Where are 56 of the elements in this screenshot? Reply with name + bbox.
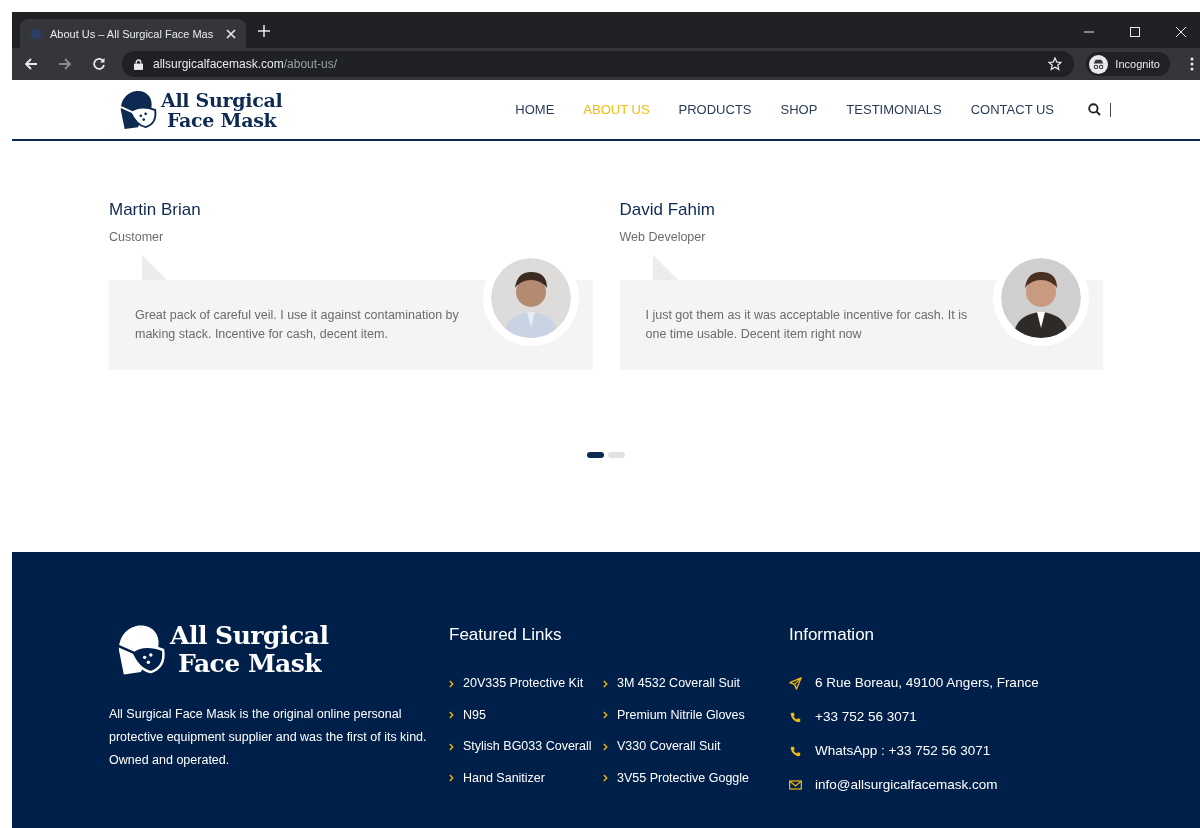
envelope-icon [789, 780, 802, 790]
chevron-icon [449, 711, 454, 720]
nav-link[interactable]: SHOP [780, 102, 818, 117]
address-bar[interactable]: allsurgicalfacemask.com/about-us/ [122, 51, 1075, 77]
footer-link[interactable]: Premium Nitrile Gloves [617, 706, 745, 724]
quote-text: Great pack of careful veil. I use it against contamination by making stack. Incentive for cash, decent item. [134, 307, 460, 343]
logo-text[interactable]: All Surgical Face Mask [170, 622, 329, 678]
reviewer-name: Martin Brian [109, 200, 202, 220]
nav-link[interactable]: TESTIMONIALS [846, 102, 942, 117]
footer-link[interactable]: 3V55 Protective Goggle [617, 769, 750, 787]
column-title: Information [789, 625, 876, 645]
logo-text[interactable]: All Surgical Face Mask [161, 89, 283, 130]
menu-icon[interactable] [1190, 57, 1194, 71]
footer-link[interactable]: 3M 4532 Coverall Suit [617, 675, 740, 693]
chevron-icon [603, 742, 608, 751]
forward-icon[interactable] [58, 57, 72, 71]
incognito-icon [1089, 54, 1109, 74]
new-tab-icon[interactable] [258, 25, 270, 37]
reviewer-role: Customer [109, 230, 165, 244]
footer-link[interactable]: 20V335 Protective Kit [463, 675, 584, 693]
maximize-icon[interactable] [1130, 27, 1140, 37]
footer-link[interactable]: Stylish BG033 Coverall [463, 738, 592, 756]
incognito-button[interactable]: Incognito [1086, 52, 1170, 76]
contact-text: info@allsurgicalfacemask.com [815, 776, 998, 794]
chevron-icon [603, 679, 608, 688]
phone-icon [789, 711, 802, 723]
chevron-icon [449, 679, 454, 688]
phone-icon [789, 745, 802, 757]
quote-text: I just got them as it was acceptable incentive for cash. It is one time usable. Decent item right now [644, 307, 969, 343]
nav-link[interactable]: CONTACT US [970, 102, 1055, 117]
close-icon[interactable] [226, 28, 236, 39]
chevron-icon [449, 774, 454, 783]
contact-text: WhatsApp : +33 752 56 3071 [815, 742, 991, 760]
footer-link[interactable]: V330 Coverall Suit [617, 738, 721, 756]
mask-logo-icon [117, 88, 159, 131]
reviewer-role: Web Developer [619, 230, 707, 244]
back-icon[interactable] [24, 57, 38, 71]
contact-text: +33 752 56 3071 [815, 708, 917, 726]
nav-link[interactable]: PRODUCTS [678, 102, 752, 117]
chevron-icon [449, 742, 454, 751]
close-icon[interactable] [1176, 27, 1186, 37]
chevron-icon [603, 774, 608, 783]
nav-link[interactable]: HOME [515, 102, 555, 117]
star-icon[interactable] [1048, 57, 1063, 71]
reviewer-name: David Fahim [619, 200, 716, 220]
about-text: All Surgical Face Mask is the original online personal protective equipment supplier and was the first of its kind. Owned and operated. [109, 706, 428, 769]
chevron-icon [603, 711, 608, 720]
browser-tab[interactable]: About Us – All Surgical Face Mas [20, 19, 246, 48]
footer-link[interactable]: N95 [463, 706, 486, 724]
contact-text: 6 Rue Boreau, 49100 Angers, France [815, 674, 1039, 692]
lock-icon [134, 58, 143, 70]
footer-link[interactable]: Hand Sanitizer [463, 769, 545, 787]
column-title: Featured Links [449, 625, 563, 645]
reload-icon[interactable] [92, 57, 106, 71]
paper-plane-icon [789, 676, 802, 690]
search-icon[interactable] [1088, 103, 1102, 116]
